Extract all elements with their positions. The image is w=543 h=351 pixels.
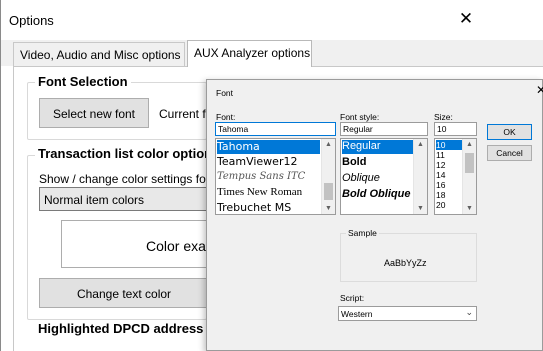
font-item-teamviewer[interactable]: TeamViewer12 xyxy=(217,155,297,168)
font-label: Font: xyxy=(216,112,236,122)
highlighted-dpcd-label: Highlighted DPCD address r xyxy=(35,321,216,336)
font-item-times[interactable]: Times New Roman xyxy=(217,186,302,198)
font-name-list[interactable]: Tahoma TeamViewer12 Tempus Sans ITC Time… xyxy=(215,138,336,215)
sample-text: AaBbYyZz xyxy=(384,258,427,268)
size-item[interactable]: 11 xyxy=(436,150,445,160)
cancel-button[interactable]: Cancel xyxy=(487,145,532,161)
scroll-thumb[interactable] xyxy=(324,183,333,200)
select-new-font-button[interactable]: Select new font xyxy=(39,98,149,128)
font-dialog: Font ✕ Font: Tahoma Tahoma TeamViewer12 … xyxy=(206,79,543,351)
current-font-label: Current fi xyxy=(159,107,209,121)
size-input[interactable]: 10 xyxy=(434,122,477,136)
scroll-down-icon[interactable]: ▼ xyxy=(322,205,335,212)
window-title: Options xyxy=(9,13,54,28)
transaction-color-label: Transaction list color optior xyxy=(35,146,213,161)
size-item[interactable]: 10 xyxy=(436,140,462,150)
size-item[interactable]: 14 xyxy=(436,170,445,180)
size-item[interactable]: 16 xyxy=(436,180,445,190)
style-item-bold[interactable]: Bold xyxy=(342,156,366,168)
scroll-down-icon[interactable]: ▼ xyxy=(463,205,476,212)
font-dialog-close-icon[interactable]: ✕ xyxy=(536,83,543,97)
scroll-up-icon[interactable]: ▲ xyxy=(414,141,427,148)
size-item[interactable]: 12 xyxy=(436,160,445,170)
font-item-trebuchet[interactable]: Trebuchet MS xyxy=(217,201,291,214)
font-style-list[interactable]: Regular Bold Oblique Bold Oblique ▲ ▼ xyxy=(340,138,428,215)
size-item[interactable]: 18 xyxy=(436,190,445,200)
size-list[interactable]: 10 11 12 14 16 18 20 ▲ ▼ xyxy=(434,138,477,215)
font-style-input[interactable]: Regular xyxy=(340,122,428,136)
tab-video-audio-misc[interactable]: Video, Audio and Misc options xyxy=(13,42,185,66)
font-item-tempus[interactable]: Tempus Sans ITC xyxy=(217,171,305,182)
style-item-bold-oblique[interactable]: Bold Oblique xyxy=(342,188,410,200)
change-text-color-button[interactable]: Change text color xyxy=(39,278,209,308)
scroll-down-icon[interactable]: ▼ xyxy=(414,205,427,212)
script-value: Western xyxy=(341,309,373,319)
item-colors-dropdown[interactable]: Normal item colors xyxy=(39,187,209,211)
color-example-box: Color exan xyxy=(61,220,211,268)
style-list-scrollbar[interactable]: ▲ ▼ xyxy=(413,139,427,214)
font-list-scrollbar[interactable]: ▲ ▼ xyxy=(321,139,335,214)
style-item-oblique[interactable]: Oblique xyxy=(342,172,380,184)
size-label: Size: xyxy=(434,112,453,122)
ok-button[interactable]: OK xyxy=(487,124,532,140)
font-name-input[interactable]: Tahoma xyxy=(215,122,336,136)
font-selection-label: Font Selection xyxy=(35,74,131,89)
color-settings-description: Show / change color settings for xyxy=(39,172,210,186)
scroll-up-icon[interactable]: ▲ xyxy=(463,141,476,148)
chevron-down-icon: ⌄ xyxy=(465,307,473,317)
style-item-regular[interactable]: Regular xyxy=(342,140,413,154)
close-icon[interactable]: ✕ xyxy=(456,9,476,29)
script-label: Script: xyxy=(340,293,365,303)
size-list-scrollbar[interactable]: ▲ ▼ xyxy=(462,139,476,214)
scroll-up-icon[interactable]: ▲ xyxy=(322,141,335,148)
script-dropdown[interactable]: Western ⌄ xyxy=(338,306,477,321)
tab-aux-analyzer[interactable]: AUX Analyzer options xyxy=(187,40,312,67)
font-item-tahoma[interactable]: Tahoma xyxy=(217,140,320,154)
sample-label: Sample xyxy=(346,228,379,238)
font-style-label: Font style: xyxy=(340,112,380,122)
scroll-thumb[interactable] xyxy=(465,153,474,173)
size-item[interactable]: 20 xyxy=(436,200,445,210)
font-dialog-title: Font xyxy=(216,88,234,98)
